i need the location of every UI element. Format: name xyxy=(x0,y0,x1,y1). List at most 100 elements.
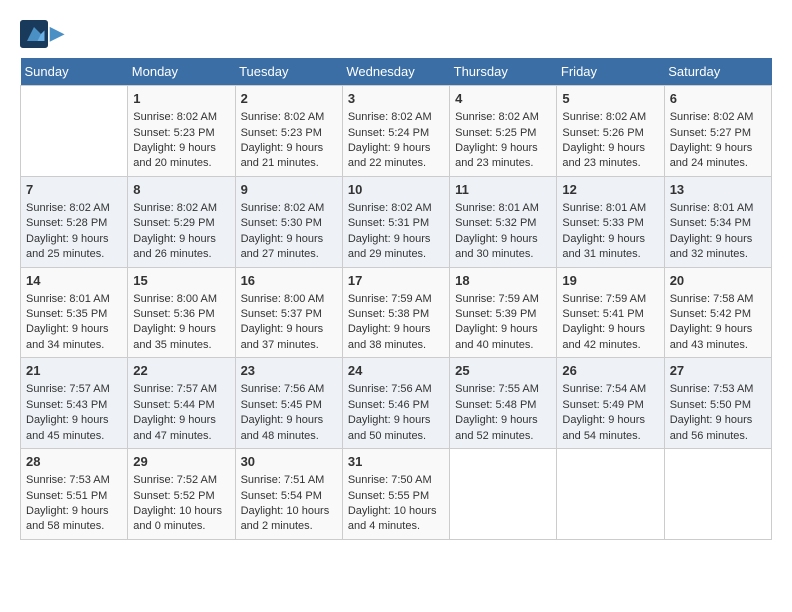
day-info: Daylight: 10 hours xyxy=(241,504,337,519)
day-info: Daylight: 9 hours xyxy=(241,413,337,428)
calendar-cell: 10Sunrise: 8:02 AMSunset: 5:31 PMDayligh… xyxy=(342,176,449,267)
day-number: 24 xyxy=(348,362,444,380)
day-info: Sunrise: 7:56 AM xyxy=(348,382,444,397)
day-number: 19 xyxy=(562,272,658,290)
day-number: 23 xyxy=(241,362,337,380)
day-info: and 40 minutes. xyxy=(455,338,551,353)
day-info: Daylight: 9 hours xyxy=(241,322,337,337)
day-info: Daylight: 9 hours xyxy=(241,232,337,247)
calendar-cell: 28Sunrise: 7:53 AMSunset: 5:51 PMDayligh… xyxy=(21,449,128,540)
calendar-cell: 5Sunrise: 8:02 AMSunset: 5:26 PMDaylight… xyxy=(557,86,664,177)
day-info: and 25 minutes. xyxy=(26,247,122,262)
day-info: Daylight: 9 hours xyxy=(670,232,766,247)
day-info: Daylight: 9 hours xyxy=(133,232,229,247)
day-info: Sunrise: 8:00 AM xyxy=(133,292,229,307)
day-info: and 54 minutes. xyxy=(562,429,658,444)
day-info: Sunset: 5:38 PM xyxy=(348,307,444,322)
day-info: Sunset: 5:27 PM xyxy=(670,126,766,141)
day-info: Sunset: 5:49 PM xyxy=(562,398,658,413)
day-info: Sunrise: 8:01 AM xyxy=(562,201,658,216)
day-info: Sunrise: 8:02 AM xyxy=(133,110,229,125)
day-info: Daylight: 9 hours xyxy=(562,232,658,247)
day-info: Sunset: 5:24 PM xyxy=(348,126,444,141)
calendar-cell: 26Sunrise: 7:54 AMSunset: 5:49 PMDayligh… xyxy=(557,358,664,449)
day-info: Daylight: 9 hours xyxy=(562,322,658,337)
day-info: Sunrise: 7:52 AM xyxy=(133,473,229,488)
day-info: and 22 minutes. xyxy=(348,156,444,171)
day-info: Sunset: 5:36 PM xyxy=(133,307,229,322)
day-info: Daylight: 9 hours xyxy=(133,322,229,337)
day-info: Daylight: 9 hours xyxy=(348,322,444,337)
weekday-header: Monday xyxy=(128,58,235,86)
calendar-cell: 16 Sunrise: 8:00 AMSunset: 5:37 PMDayligh… xyxy=(235,267,342,358)
day-info: and 35 minutes. xyxy=(133,338,229,353)
calendar-cell: 13Sunrise: 8:01 AMSunset: 5:34 PMDayligh… xyxy=(664,176,771,267)
day-info: Sunrise: 8:02 AM xyxy=(348,201,444,216)
day-info: Sunrise: 7:59 AM xyxy=(455,292,551,307)
day-info: Sunrise: 8:02 AM xyxy=(241,201,337,216)
day-info: Daylight: 9 hours xyxy=(348,413,444,428)
calendar-cell: 31Sunrise: 7:50 AMSunset: 5:55 PMDayligh… xyxy=(342,449,449,540)
day-info: Sunrise: 8:01 AM xyxy=(670,201,766,216)
day-info: Sunrise: 7:51 AM xyxy=(241,473,337,488)
day-info: and 48 minutes. xyxy=(241,429,337,444)
calendar-cell: 23 Sunrise: 7:56 AMSunset: 5:45 PMDayligh… xyxy=(235,358,342,449)
day-info: Sunset: 5:45 PM xyxy=(241,398,337,413)
calendar-cell: 21Sunrise: 7:57 AMSunset: 5:43 PMDayligh… xyxy=(21,358,128,449)
day-info: Sunrise: 8:02 AM xyxy=(670,110,766,125)
day-info: Sunrise: 7:53 AM xyxy=(26,473,122,488)
day-info: Sunrise: 7:57 AM xyxy=(133,382,229,397)
day-info: Sunrise: 7:55 AM xyxy=(455,382,551,397)
calendar-cell: 24Sunrise: 7:56 AMSunset: 5:46 PMDayligh… xyxy=(342,358,449,449)
day-info: Sunrise: 7:57 AM xyxy=(26,382,122,397)
day-info: Sunset: 5:30 PM xyxy=(241,216,337,231)
calendar-week: 7Sunrise: 8:02 AMSunset: 5:28 PMDaylight… xyxy=(21,176,772,267)
weekday-header: Tuesday xyxy=(235,58,342,86)
day-info: Sunset: 5:44 PM xyxy=(133,398,229,413)
day-info: and 32 minutes. xyxy=(670,247,766,262)
day-info: and 42 minutes. xyxy=(562,338,658,353)
calendar-cell: 14Sunrise: 8:01 AMSunset: 5:35 PMDayligh… xyxy=(21,267,128,358)
day-info: and 23 minutes. xyxy=(562,156,658,171)
day-info: Sunset: 5:26 PM xyxy=(562,126,658,141)
day-info: and 43 minutes. xyxy=(670,338,766,353)
calendar-cell: 19Sunrise: 7:59 AMSunset: 5:41 PMDayligh… xyxy=(557,267,664,358)
day-info: Daylight: 9 hours xyxy=(455,232,551,247)
day-info: Daylight: 10 hours xyxy=(348,504,444,519)
weekday-header: Sunday xyxy=(21,58,128,86)
day-info: Sunset: 5:35 PM xyxy=(26,307,122,322)
day-info: and 45 minutes. xyxy=(26,429,122,444)
day-info: Sunset: 5:28 PM xyxy=(26,216,122,231)
day-info: and 0 minutes. xyxy=(133,519,229,534)
day-info: Sunset: 5:37 PM xyxy=(241,307,337,322)
day-info: Sunrise: 8:02 AM xyxy=(455,110,551,125)
day-info: and 27 minutes. xyxy=(241,247,337,262)
day-info: Daylight: 9 hours xyxy=(455,141,551,156)
day-info: Sunset: 5:23 PM xyxy=(241,126,337,141)
day-info: Sunrise: 8:02 AM xyxy=(133,201,229,216)
day-info: Daylight: 9 hours xyxy=(26,413,122,428)
day-info: Sunset: 5:31 PM xyxy=(348,216,444,231)
day-info: Daylight: 9 hours xyxy=(133,141,229,156)
calendar-cell: 29Sunrise: 7:52 AMSunset: 5:52 PMDayligh… xyxy=(128,449,235,540)
day-info: Sunset: 5:23 PM xyxy=(133,126,229,141)
day-number: 28 xyxy=(26,453,122,471)
day-info: Sunrise: 8:00 AM xyxy=(241,292,337,307)
day-info: and 24 minutes. xyxy=(670,156,766,171)
day-number: 27 xyxy=(670,362,766,380)
day-info: Sunset: 5:52 PM xyxy=(133,489,229,504)
day-info: and 52 minutes. xyxy=(455,429,551,444)
day-number: 16 xyxy=(241,272,337,290)
calendar-cell: 9Sunrise: 8:02 AMSunset: 5:30 PMDaylight… xyxy=(235,176,342,267)
day-number: 12 xyxy=(562,181,658,199)
day-info: and 29 minutes. xyxy=(348,247,444,262)
day-info: Daylight: 10 hours xyxy=(133,504,229,519)
day-info: and 50 minutes. xyxy=(348,429,444,444)
day-number: 18 xyxy=(455,272,551,290)
day-info: Sunrise: 7:56 AM xyxy=(241,382,337,397)
day-number: 26 xyxy=(562,362,658,380)
day-number: 3 xyxy=(348,90,444,108)
day-info: Daylight: 9 hours xyxy=(26,504,122,519)
day-info: Sunrise: 7:50 AM xyxy=(348,473,444,488)
day-number: 15 xyxy=(133,272,229,290)
